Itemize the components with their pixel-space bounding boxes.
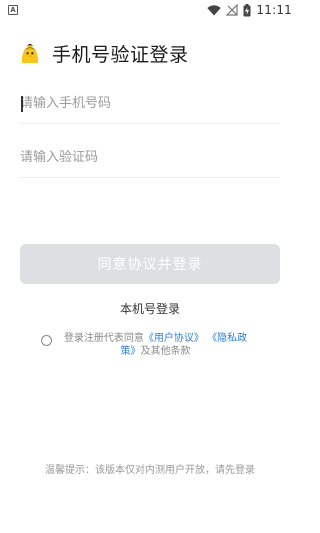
status-bar: A 11:11 <box>0 0 300 20</box>
phone-input[interactable] <box>20 84 280 123</box>
agreement-row: 登录注册代表同意《用户协议》 《隐私政策》及其他条款 <box>41 332 251 358</box>
page-header: 手机号验证登录 <box>18 40 189 66</box>
battery-charging-icon <box>243 3 251 16</box>
page-title: 手机号验证登录 <box>52 43 189 66</box>
wifi-icon <box>207 4 222 15</box>
agreement-prefix: 登录注册代表同意 <box>63 333 144 344</box>
beta-notice: 温馨提示：该版本仅对内测用户开放，请先登录 <box>45 465 255 476</box>
login-screen: A 11:11 手机号验证登录 请输入手机号码 请输入验证码 同意协议并登录 本… <box>0 0 300 533</box>
no-signal-icon <box>226 4 239 16</box>
phone-field-container <box>20 84 280 124</box>
agree-and-login-button[interactable]: 同意协议并登录 <box>20 244 280 284</box>
agreement-text: 登录注册代表同意《用户协议》 《隐私政策》及其他条款 <box>60 332 251 358</box>
text-cursor <box>21 96 23 112</box>
user-agreement-link[interactable]: 《用户协议》 <box>144 333 204 344</box>
local-number-login-link[interactable]: 本机号登录 <box>0 300 300 317</box>
status-time: 11:11 <box>256 3 292 17</box>
chick-logo-icon <box>21 44 39 63</box>
code-field-container <box>20 138 280 178</box>
android-notification-icon: A <box>8 5 18 15</box>
agreement-checkbox[interactable] <box>41 335 52 346</box>
agreement-suffix: 及其他条款 <box>140 346 191 357</box>
verification-code-input[interactable] <box>20 138 280 177</box>
